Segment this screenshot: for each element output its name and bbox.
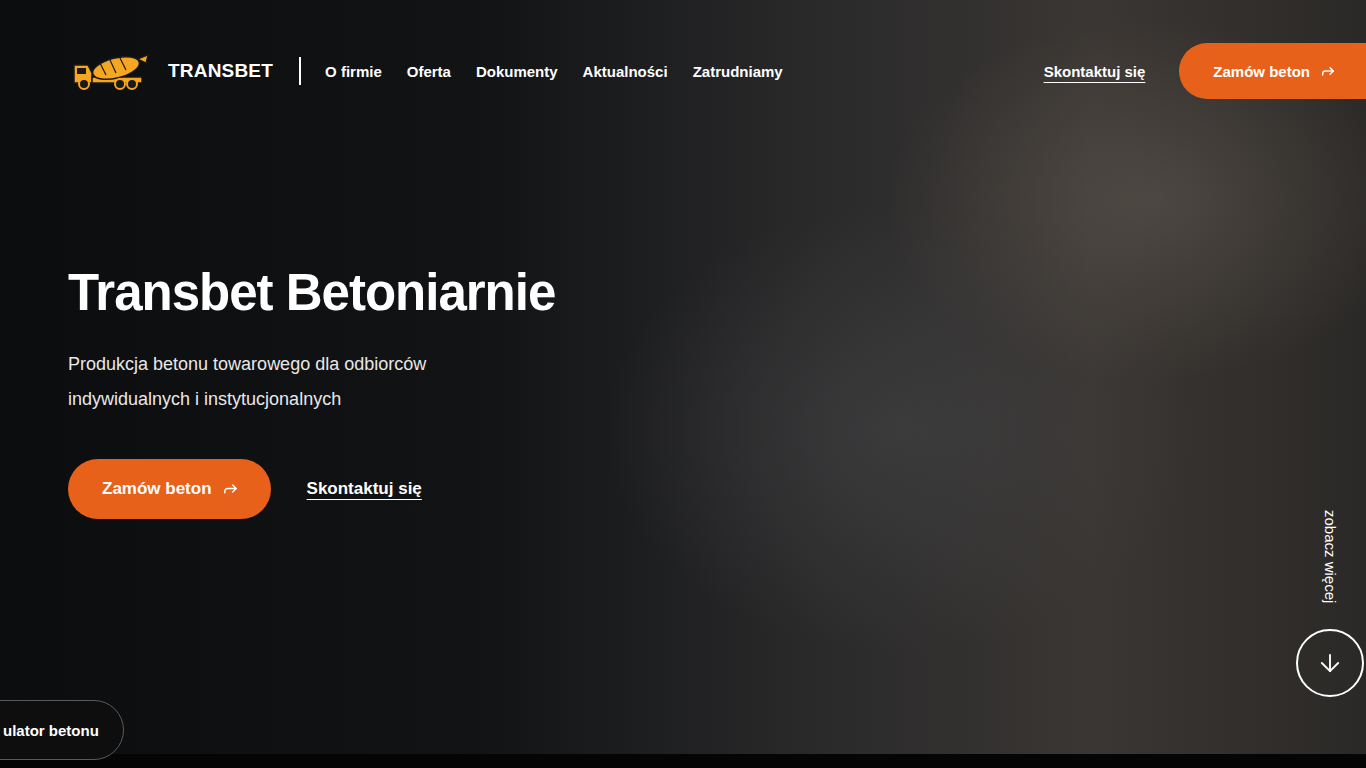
bottom-strip <box>0 754 1366 768</box>
logo-link[interactable]: TRANSBET <box>70 51 273 91</box>
arrow-down-icon <box>1316 649 1344 677</box>
hero-subtitle: Produkcja betonu towarowego dla odbiorcó… <box>68 347 468 417</box>
header-divider <box>299 57 301 85</box>
order-button[interactable]: Zamów beton <box>68 459 271 519</box>
hero: Transbet Betoniarnie Produkcja betonu tow… <box>0 114 1366 519</box>
scroll-hint-label: zobacz więcej <box>1322 510 1339 603</box>
order-button[interactable]: Zamów beton <box>1179 43 1366 99</box>
calculator-tab[interactable]: ulator betonu <box>0 700 124 760</box>
arrow-forward-icon <box>222 480 239 497</box>
nav-link[interactable]: Aktualności <box>583 63 668 80</box>
page: TRANSBET O firmie Oferta Dokumenty Aktualnoś… <box>0 0 1366 768</box>
scroll-down-button[interactable] <box>1296 629 1364 697</box>
nav-link[interactable]: Zatrudniamy <box>693 63 783 80</box>
header: TRANSBET O firmie Oferta Dokumenty Aktualnoś… <box>0 0 1366 114</box>
hero-actions: Zamów beton Skontaktuj się <box>68 459 1366 519</box>
scroll-hint: zobacz więcej <box>1296 510 1364 697</box>
header-left: TRANSBET O firmie Oferta Dokumenty Aktualnoś… <box>70 51 783 91</box>
hero-title: Transbet Betoniarnie <box>68 264 1366 323</box>
main-nav: O firmie Oferta Dokumenty Aktualności Zatrud… <box>325 63 783 80</box>
contact-link[interactable]: Skontaktuj się <box>307 479 422 499</box>
nav-link[interactable]: Dokumenty <box>476 63 558 80</box>
header-right: Skontaktuj się Zamów beton <box>1044 43 1366 99</box>
arrow-forward-icon <box>1320 63 1336 79</box>
nav-link[interactable]: O firmie <box>325 63 382 80</box>
contact-link[interactable]: Skontaktuj się <box>1044 63 1146 80</box>
truck-logo-icon <box>70 51 150 91</box>
brand-name: TRANSBET <box>168 60 273 82</box>
nav-link[interactable]: Oferta <box>407 63 451 80</box>
